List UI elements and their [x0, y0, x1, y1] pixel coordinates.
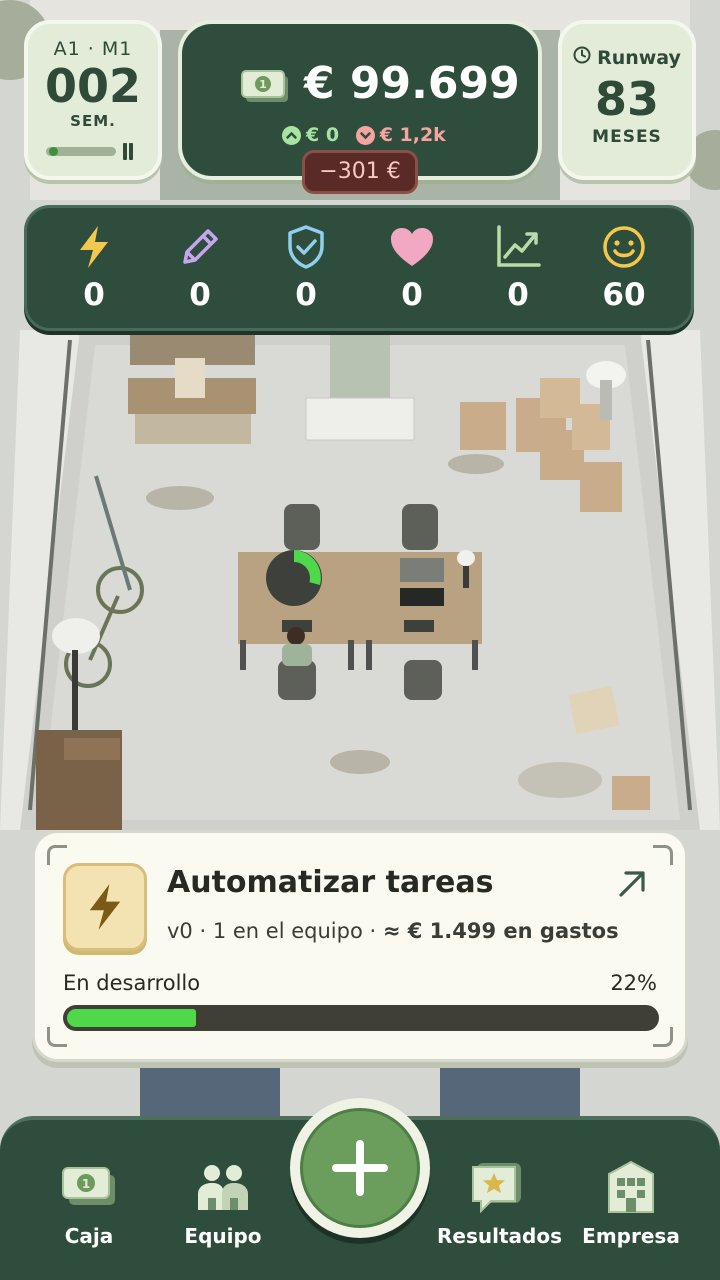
stat-value: 0	[295, 277, 317, 313]
nav-cash[interactable]: 1 Caja	[29, 1156, 149, 1248]
task-card[interactable]: Automatizar tareas v0 · 1 en el equipo ·…	[32, 830, 688, 1062]
pencil-icon	[154, 223, 246, 271]
income-value: € 0	[306, 124, 340, 146]
task-cost: ≈ € 1.499 en gastos	[382, 919, 619, 943]
plus-icon	[300, 1108, 420, 1228]
task-version: v0	[167, 919, 193, 943]
stat-value: 0	[507, 277, 529, 313]
week-progress-bar	[46, 147, 116, 156]
nav-team-label: Equipo	[184, 1224, 262, 1248]
lightning-icon	[48, 223, 140, 271]
stat-value: 0	[83, 277, 105, 313]
runway-value: 83	[594, 72, 659, 126]
stat-value: 60	[602, 277, 646, 313]
pause-icon	[123, 143, 127, 160]
nav-results-label: Resultados	[437, 1224, 562, 1248]
stats-bar: 0 0 0 0 0 60	[24, 205, 694, 331]
nav-company[interactable]: Empresa	[571, 1156, 691, 1248]
week-card[interactable]: A1 · M1 002 SEM.	[24, 20, 162, 180]
growth-chart-icon	[472, 223, 564, 271]
svg-text:1: 1	[82, 1177, 90, 1191]
task-progress-bar	[63, 1005, 659, 1031]
stat-energy[interactable]: 0	[48, 223, 140, 313]
building-icon	[571, 1156, 691, 1218]
star-badge-icon	[437, 1156, 557, 1218]
nav-company-label: Empresa	[582, 1224, 680, 1248]
income-flow: € 0	[282, 124, 339, 146]
stat-value: 0	[189, 277, 211, 313]
runway-header: Runway	[562, 46, 692, 69]
stat-growth[interactable]: 0	[472, 223, 564, 313]
smiley-icon	[578, 223, 670, 271]
pause-button[interactable]	[120, 143, 136, 160]
team-icon	[163, 1156, 283, 1218]
runway-unit: MESES	[592, 127, 662, 147]
stat-value: 0	[401, 277, 423, 313]
task-progress-label: 22%	[610, 971, 657, 995]
svg-text:1: 1	[259, 78, 267, 91]
arrow-up-icon	[282, 125, 301, 145]
week-progress-indicator	[49, 147, 58, 156]
stat-design[interactable]: 0	[154, 223, 246, 313]
task-lightning-icon	[63, 863, 147, 951]
arrow-up-right-icon	[615, 871, 649, 904]
period-label: A1 · M1	[53, 38, 133, 60]
cash-delta-badge: −301 €	[302, 150, 418, 194]
week-label: SEM.	[70, 112, 116, 130]
cash-amount: € 99.699	[304, 58, 520, 109]
expense-value: € 1,2k	[379, 124, 446, 146]
task-team: 1 en el equipo	[212, 919, 363, 943]
task-progress-fill	[67, 1009, 197, 1027]
cash-flows: € 0 € 1,2k	[282, 124, 456, 150]
stat-security[interactable]: 0	[260, 223, 352, 313]
stat-happiness[interactable]: 60	[578, 223, 670, 313]
stat-love[interactable]: 0	[366, 223, 458, 313]
week-number: 002	[44, 59, 142, 113]
shield-check-icon	[260, 223, 352, 271]
task-status: En desarrollo	[63, 971, 201, 995]
nav-cash-label: Caja	[64, 1224, 114, 1248]
runway-card[interactable]: Runway 83 MESES	[558, 20, 696, 180]
clock-icon	[573, 46, 591, 69]
task-title: Automatizar tareas	[167, 865, 494, 900]
runway-title: Runway	[597, 46, 681, 69]
cash-bill-icon: 1	[240, 68, 290, 108]
add-button[interactable]	[290, 1098, 430, 1238]
expense-flow: € 1,2k	[355, 124, 446, 146]
task-meta: v0 · 1 en el equipo · ≈ € 1.499 en gasto…	[167, 919, 619, 943]
cash-bill-icon: 1	[29, 1156, 149, 1218]
nav-results[interactable]: Resultados	[437, 1156, 562, 1248]
open-task-button[interactable]	[615, 867, 649, 901]
nav-team[interactable]: Equipo	[163, 1156, 283, 1248]
arrow-down-icon	[355, 125, 375, 145]
heart-icon	[366, 223, 458, 271]
